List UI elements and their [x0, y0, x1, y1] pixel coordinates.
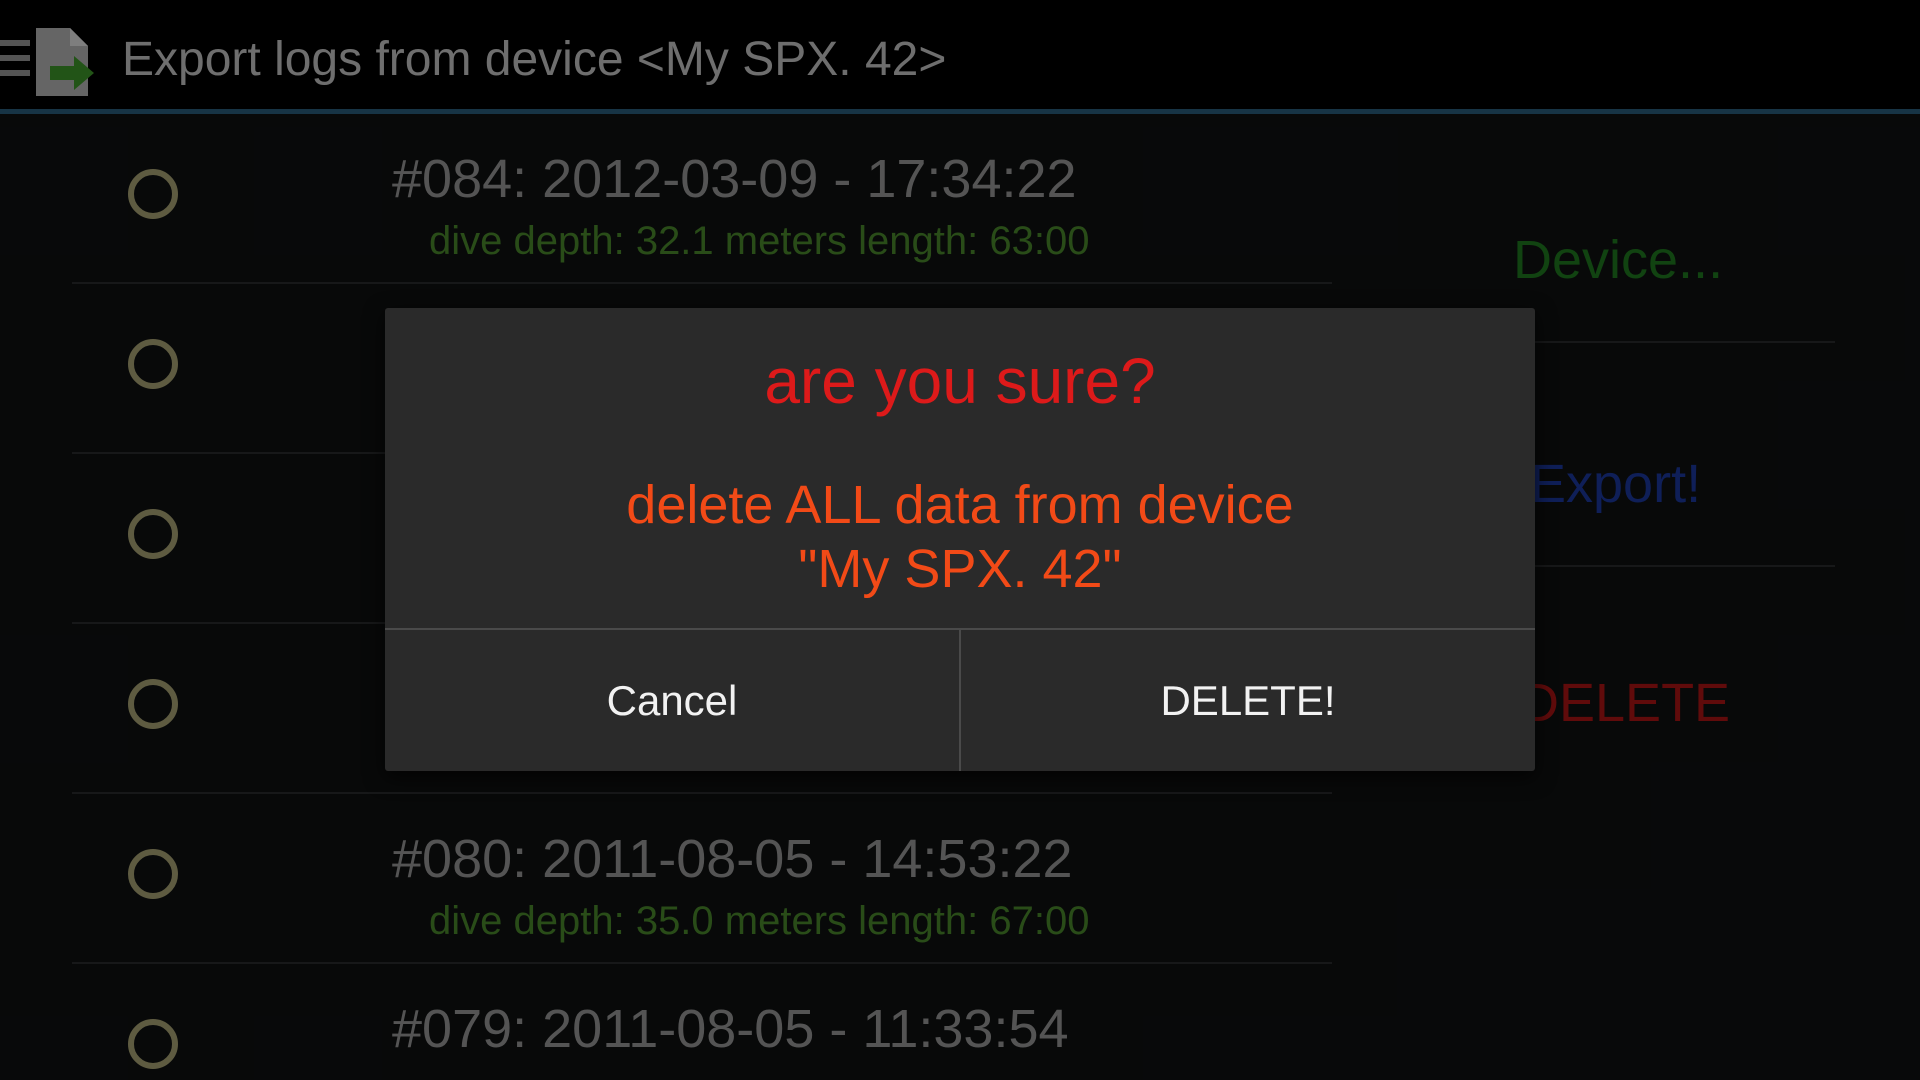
dialog-message-line: delete ALL data from device [626, 475, 1294, 535]
dialog-title: are you sure? [764, 345, 1156, 417]
confirm-delete-button[interactable]: DELETE! [959, 630, 1535, 771]
confirm-dialog: are you sure? delete ALL data from devic… [385, 308, 1535, 771]
dialog-message-device: "My SPX. 42" [798, 539, 1122, 599]
dialog-button-bar: Cancel DELETE! [385, 628, 1535, 771]
dialog-message: delete ALL data from device "My SPX. 42" [385, 473, 1535, 601]
cancel-button[interactable]: Cancel [385, 630, 959, 771]
app-screen: Export logs from device <My SPX. 42> #08… [0, 0, 1920, 1080]
